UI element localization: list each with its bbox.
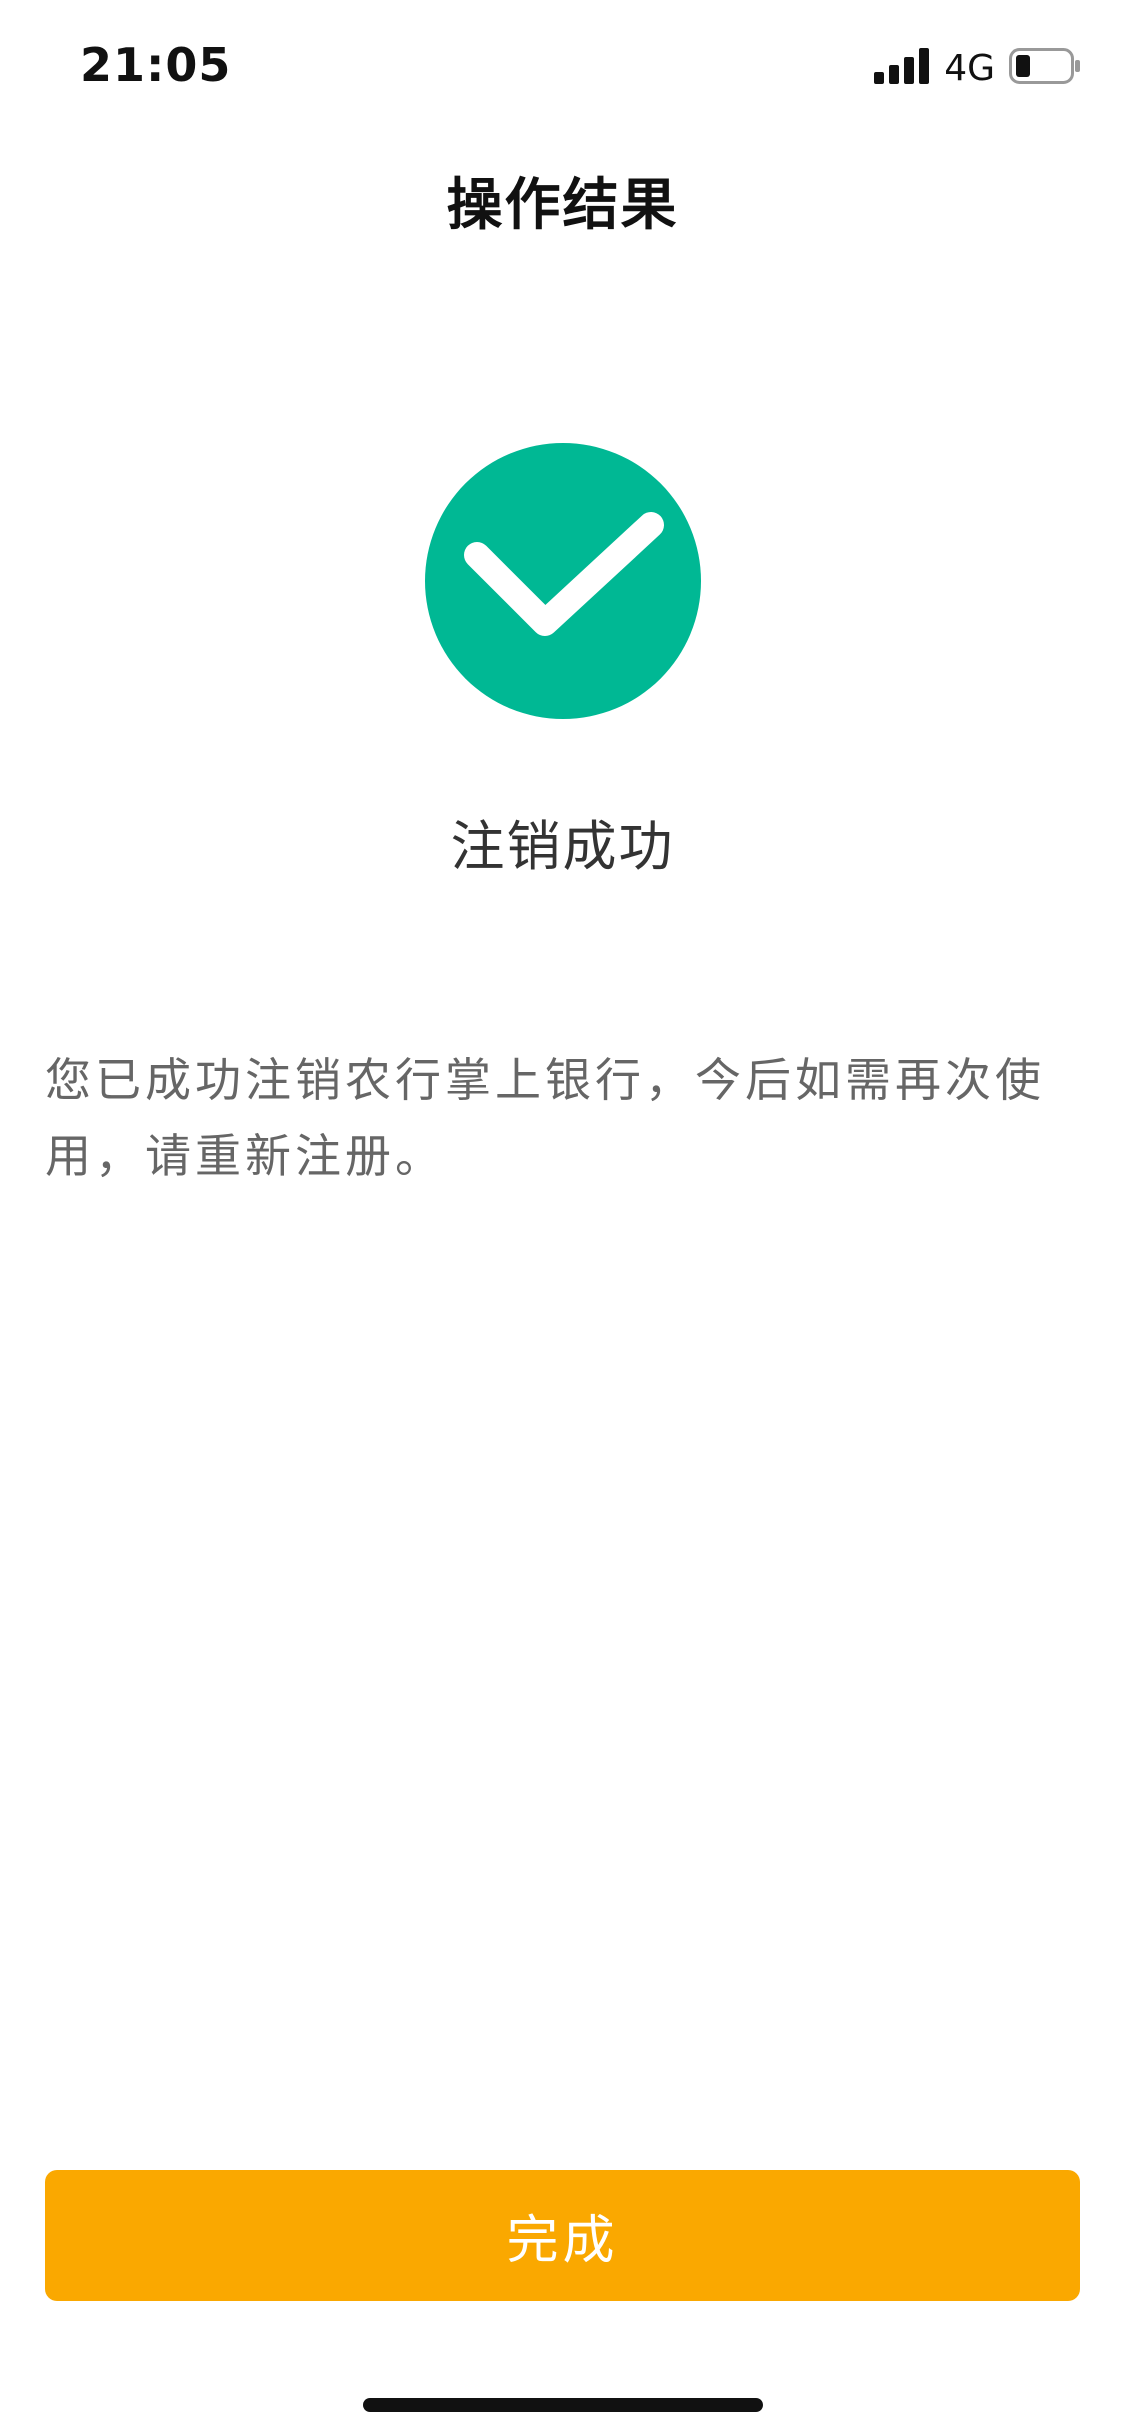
battery-low-icon	[1009, 48, 1081, 88]
page-title: 操作结果	[446, 173, 679, 238]
done-button[interactable]: 完成	[45, 2170, 1080, 2301]
check-circle-icon	[425, 443, 701, 719]
status-bar: 21:05 4G	[0, 0, 1125, 135]
home-indicator[interactable]	[363, 2398, 763, 2412]
cellular-signal-icon	[874, 48, 930, 88]
status-indicators: 4G	[874, 46, 1081, 90]
result-title: 注销成功	[450, 815, 675, 878]
network-type-label: 4G	[944, 47, 995, 89]
result-message: 您已成功注销农行掌上银行，今后如需再次使用，请重新注册。	[45, 1053, 1045, 1183]
status-time: 21:05	[80, 38, 232, 92]
